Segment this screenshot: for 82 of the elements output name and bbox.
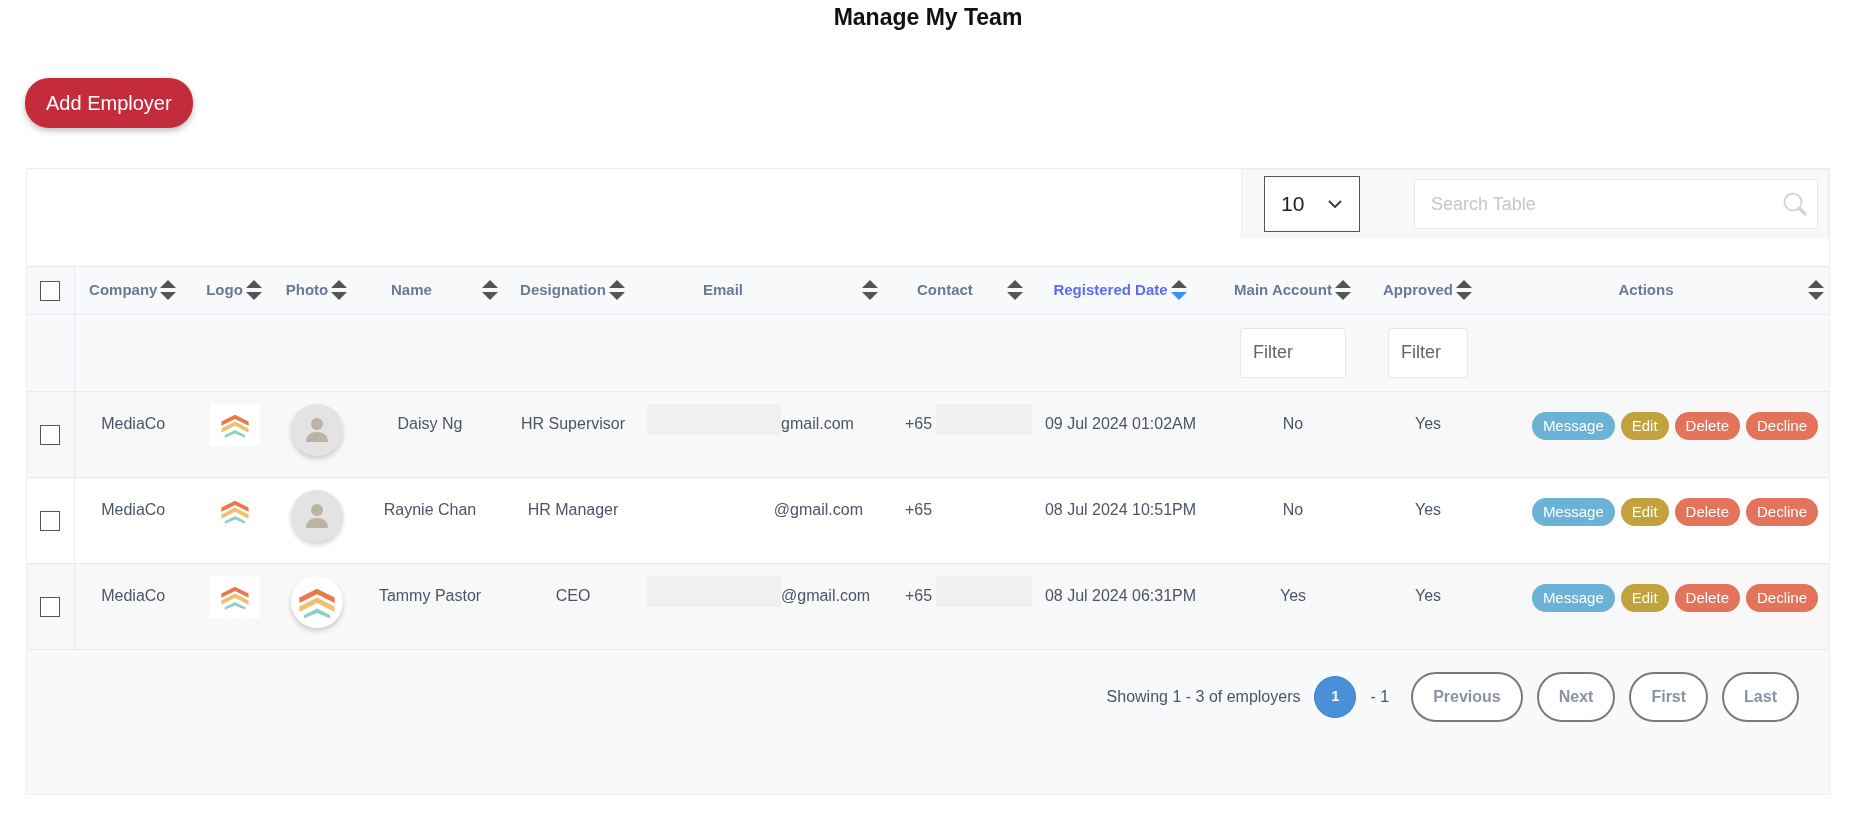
pagination-summary: Showing 1 - 3 of employers: [1106, 686, 1301, 707]
checkbox[interactable]: [40, 596, 61, 617]
delete-button[interactable]: Delete: [1674, 411, 1740, 440]
sort-icon[interactable]: [1333, 279, 1352, 302]
designation-cell: HR Supervisor: [521, 414, 625, 432]
decline-button[interactable]: Decline: [1745, 411, 1818, 440]
sort-icon[interactable]: [1169, 279, 1188, 302]
sort-icon[interactable]: [1807, 279, 1825, 302]
search-icon: [1782, 191, 1808, 218]
column-header: Email: [703, 279, 744, 300]
pager-button[interactable]: Next: [1536, 671, 1616, 722]
main-account-cell: No: [1282, 500, 1304, 518]
delete-button[interactable]: Delete: [1674, 583, 1740, 612]
column-header: Name: [391, 279, 432, 300]
message-button[interactable]: Message: [1531, 411, 1615, 440]
sort-icon[interactable]: [1006, 279, 1024, 302]
date-cell: 09 Jul 2024 01:02AM: [1044, 414, 1197, 432]
decline-button[interactable]: Decline: [1745, 497, 1818, 526]
column-header: Main Account: [1234, 279, 1332, 300]
sort-icon[interactable]: [244, 279, 263, 302]
page-title: Manage My Team: [832, 4, 1024, 32]
company-logo: [209, 403, 260, 446]
pager-button[interactable]: First: [1629, 671, 1709, 722]
page-count: - 1: [1370, 686, 1390, 707]
column-header: Photo: [285, 279, 329, 300]
chevron-down-icon: [1327, 199, 1343, 210]
name-cell: Tammy Pastor: [378, 586, 482, 604]
email-cell: @gmail.com: [781, 586, 871, 604]
avatar-icon: [291, 403, 343, 456]
column-header: Logo: [206, 279, 243, 300]
edit-button[interactable]: Edit: [1620, 497, 1669, 526]
checkbox[interactable]: [40, 280, 61, 301]
date-cell: 08 Jul 2024 06:31PM: [1044, 586, 1197, 604]
filter-field[interactable]: Filter: [1388, 327, 1468, 378]
page-size-select[interactable]: 10: [1264, 176, 1360, 233]
edit-button[interactable]: Edit: [1620, 583, 1669, 612]
decline-button[interactable]: Decline: [1745, 583, 1818, 612]
date-cell: 08 Jul 2024 10:51PM: [1044, 500, 1197, 518]
company-cell: MediaCo: [101, 500, 166, 518]
approved-cell: Yes: [1414, 414, 1442, 432]
pager-button[interactable]: Previous: [1411, 671, 1523, 722]
profile-logo: [291, 575, 343, 628]
avatar-icon: [291, 489, 343, 542]
designation-cell: HR Manager: [527, 500, 619, 518]
email-cell: gmail.com: [781, 414, 854, 432]
column-header: Company: [89, 279, 158, 300]
main-account-cell: Yes: [1279, 586, 1307, 604]
company-cell: MediaCo: [101, 586, 166, 604]
search-field[interactable]: Search Table: [1414, 179, 1818, 230]
edit-button[interactable]: Edit: [1620, 411, 1669, 440]
email-cell: @gmail.com: [773, 500, 863, 518]
name-cell: Daisy Ng: [397, 414, 463, 432]
sort-icon[interactable]: [861, 279, 879, 302]
column-header: Registered Date: [1053, 279, 1168, 300]
contact-cell: +65: [905, 414, 933, 432]
message-button[interactable]: Message: [1531, 497, 1615, 526]
column-header: Actions: [1617, 279, 1675, 300]
add-employer-button[interactable]: Add Employer: [25, 77, 193, 128]
column-header: Designation: [520, 279, 606, 300]
sort-icon[interactable]: [330, 279, 349, 302]
main-account-cell: No: [1282, 414, 1304, 432]
pager-button[interactable]: Last: [1722, 671, 1799, 722]
approved-cell: Yes: [1414, 500, 1442, 518]
contact-cell: +65: [905, 500, 933, 518]
page-button[interactable]: 1: [1314, 675, 1357, 718]
column-header: Approved: [1383, 279, 1453, 300]
sort-icon[interactable]: [159, 279, 178, 302]
column-header: Contact: [917, 279, 973, 300]
filter-field[interactable]: Filter: [1240, 327, 1346, 378]
sort-icon[interactable]: [1455, 279, 1473, 302]
company-logo: [209, 575, 260, 618]
designation-cell: CEO: [555, 586, 591, 604]
company-cell: MediaCo: [101, 414, 166, 432]
sort-icon[interactable]: [481, 279, 499, 302]
delete-button[interactable]: Delete: [1674, 497, 1740, 526]
name-cell: Raynie Chan: [383, 500, 477, 518]
approved-cell: Yes: [1414, 586, 1442, 604]
checkbox[interactable]: [40, 510, 61, 531]
sort-icon[interactable]: [607, 279, 626, 302]
checkbox[interactable]: [40, 424, 61, 445]
contact-cell: +65: [905, 586, 933, 604]
message-button[interactable]: Message: [1531, 583, 1615, 612]
